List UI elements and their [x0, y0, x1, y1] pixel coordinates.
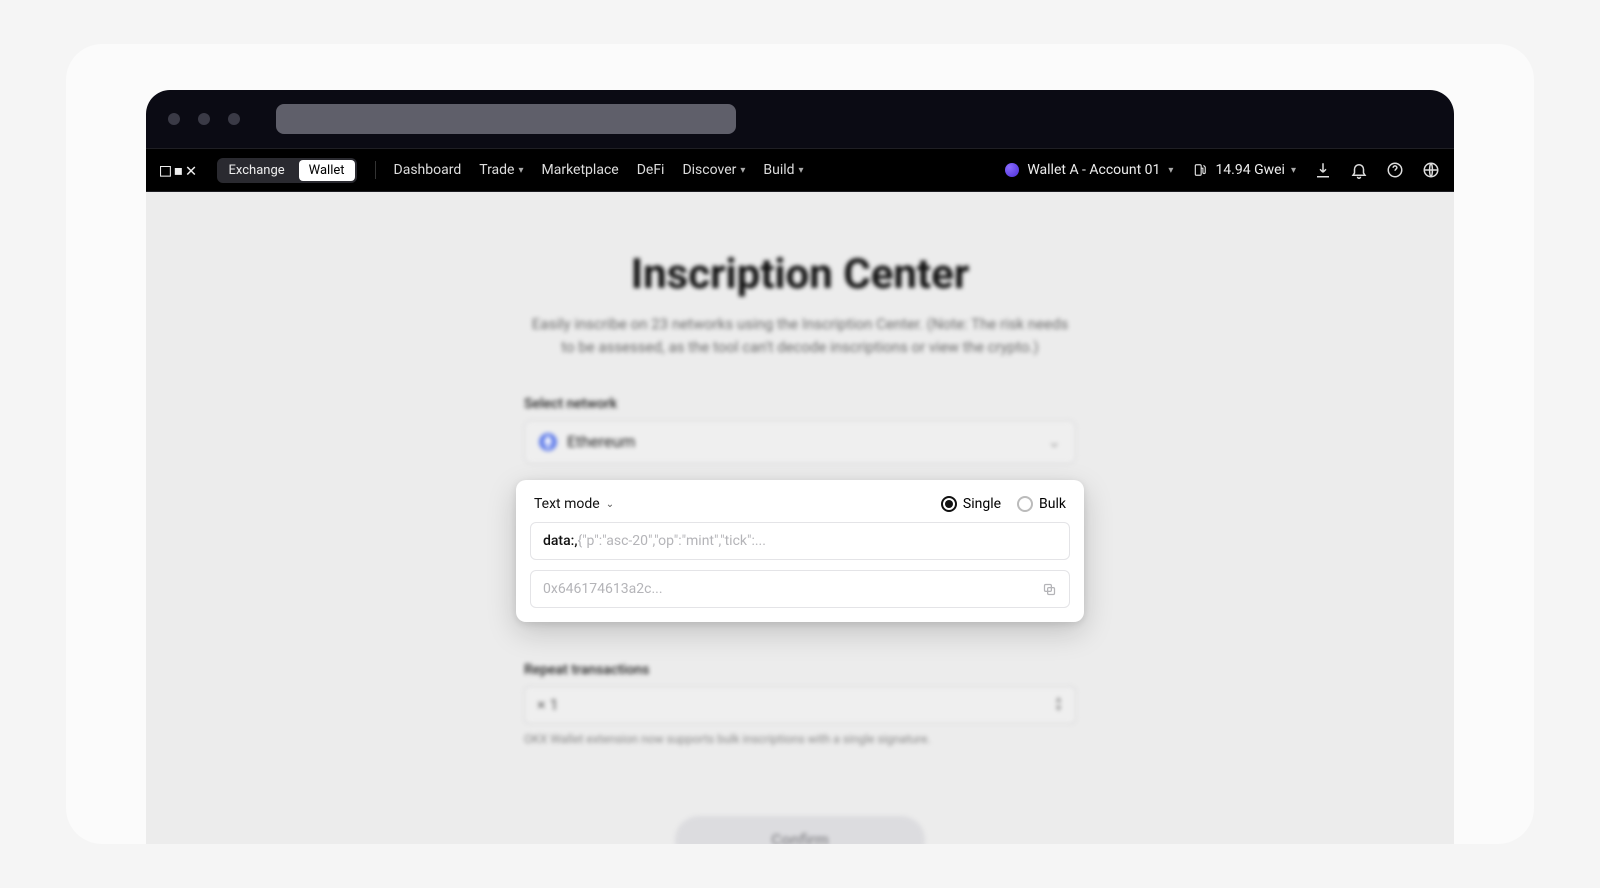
traffic-light-max[interactable] [228, 113, 240, 125]
exchange-wallet-toggle[interactable]: Exchange Wallet [217, 158, 357, 183]
gas-pump-icon [1191, 161, 1209, 179]
radio-bulk[interactable]: Bulk [1017, 496, 1066, 512]
browser-window: □▪✕ Exchange Wallet Dashboard Trade▾ Mar… [146, 90, 1454, 844]
hex-output[interactable]: 0x646174613a2c... [530, 570, 1070, 608]
repeat-transactions-label: Repeat transactions [524, 662, 1076, 678]
chevron-down-icon: ▾ [1291, 165, 1296, 176]
network-value: Ethereum [567, 432, 635, 451]
stepper-arrows[interactable]: ▲▼ [1054, 696, 1063, 714]
single-bulk-radio-group: Single Bulk [941, 496, 1066, 512]
toggle-exchange[interactable]: Exchange [217, 158, 297, 183]
nav-marketplace[interactable]: Marketplace [542, 162, 619, 178]
chevron-down-icon: ▾ [1168, 165, 1173, 176]
page-subtitle: Easily inscribe on 23 networks using the… [524, 313, 1076, 360]
divider [375, 161, 376, 179]
gas-value: 14.94 Gwei [1215, 162, 1285, 178]
select-network-label: Select network [524, 396, 1076, 412]
logo[interactable]: □▪✕ [160, 160, 199, 181]
globe-icon[interactable] [1422, 161, 1440, 179]
screenshot-frame: □▪✕ Exchange Wallet Dashboard Trade▾ Mar… [66, 44, 1534, 844]
toggle-wallet[interactable]: Wallet [299, 160, 355, 181]
inscription-data-input[interactable]: data:, {"p":"asc-20","op":"mint","tick":… [530, 522, 1070, 560]
wallet-account-label: Wallet A - Account 01 [1027, 162, 1160, 178]
ethereum-icon [539, 433, 557, 451]
bell-icon[interactable] [1350, 161, 1368, 179]
hex-placeholder: 0x646174613a2c... [543, 581, 663, 597]
chevron-down-icon: ⌄ [1048, 432, 1061, 451]
confirm-button[interactable]: Confirm [675, 816, 925, 845]
nav-defi[interactable]: DeFi [637, 162, 665, 178]
wallet-avatar-icon [1005, 163, 1019, 177]
bulk-hint: OKX Wallet extension now supports bulk i… [524, 732, 1076, 746]
page-viewport: Inscription Center Easily inscribe on 23… [146, 192, 1454, 844]
browser-chrome [146, 90, 1454, 148]
help-icon[interactable] [1386, 161, 1404, 179]
wallet-account-selector[interactable]: Wallet A - Account 01 ▾ [1005, 162, 1173, 178]
chevron-down-icon: ▾ [799, 165, 804, 176]
nav-discover[interactable]: Discover▾ [682, 162, 745, 178]
traffic-light-min[interactable] [198, 113, 210, 125]
nav-dashboard[interactable]: Dashboard [394, 162, 462, 178]
text-mode-label: Text mode [534, 496, 600, 512]
app-navbar: □▪✕ Exchange Wallet Dashboard Trade▾ Mar… [146, 148, 1454, 192]
nav-trade[interactable]: Trade▾ [479, 162, 523, 178]
radio-single[interactable]: Single [941, 496, 1001, 512]
chevron-down-icon: ▾ [740, 165, 745, 176]
text-mode-card: Text mode ⌄ Single Bulk [516, 480, 1084, 622]
download-icon[interactable] [1314, 161, 1332, 179]
chevron-down-icon: ⌄ [606, 499, 614, 510]
radio-selected-icon [941, 496, 957, 512]
traffic-light-close[interactable] [168, 113, 180, 125]
page-title: Inscription Center [524, 250, 1076, 299]
address-bar[interactable] [276, 104, 736, 134]
data-placeholder: {"p":"asc-20","op":"mint","tick":... [577, 533, 765, 549]
copy-icon[interactable] [1042, 582, 1057, 597]
text-mode-selector[interactable]: Text mode ⌄ [534, 496, 614, 512]
network-select[interactable]: Ethereum ⌄ [524, 420, 1076, 464]
repeat-stepper[interactable]: × 1 ▲▼ [524, 686, 1076, 724]
repeat-value: × 1 [537, 695, 559, 714]
data-prefix: data:, [543, 533, 577, 549]
chevron-down-icon: ▾ [518, 165, 523, 176]
gas-indicator[interactable]: 14.94 Gwei ▾ [1191, 161, 1296, 179]
nav-build[interactable]: Build▾ [763, 162, 803, 178]
radio-unselected-icon [1017, 496, 1033, 512]
